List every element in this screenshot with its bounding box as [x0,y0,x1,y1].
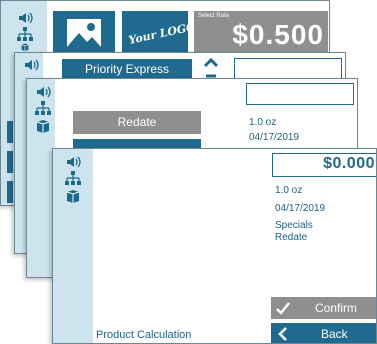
date-text: 04/17/2019 [249,132,300,143]
image-button[interactable] [53,11,115,53]
rate-label: Select Rate [198,13,230,19]
speaker-icon[interactable] [23,58,39,72]
network-icon[interactable] [65,171,81,185]
package-icon[interactable] [17,43,33,51]
service-button[interactable]: Priority Express [62,59,192,79]
up-arrow-icon[interactable] [203,56,219,78]
left-button-3[interactable] [7,181,13,203]
screen-product-calculation: $0.000 1.0 oz 04/17/2019 Specials Redate… [52,148,377,344]
network-icon[interactable] [17,27,33,41]
confirm-label: Confirm [315,301,358,315]
weight-text: 1.0 oz [275,185,303,196]
redate-button[interactable]: Redate [73,111,201,134]
package-icon[interactable] [65,189,81,203]
amount-value: $0.000 [323,155,375,172]
date-text: 04/17/2019 [275,203,326,214]
network-icon[interactable] [35,101,51,115]
left-button-2[interactable] [7,151,13,173]
rate-value: $0.500 [232,19,324,50]
speaker-icon[interactable] [35,85,51,99]
confirm-button[interactable]: Confirm [271,297,376,319]
back-button[interactable]: Back [271,323,376,343]
amount-display[interactable]: $0.000 [272,153,376,177]
service-input[interactable] [234,58,342,80]
service-button-label: Priority Express [84,62,170,76]
amount-input[interactable] [246,83,354,105]
footer-title: Product Calculation [96,329,192,341]
speaker-icon[interactable] [17,11,33,25]
speaker-icon[interactable] [65,155,81,169]
logo-text: Your LOGO [127,20,197,47]
image-icon [67,19,101,47]
back-label: Back [321,327,348,341]
left-button-1[interactable] [7,121,13,143]
checkmark-icon [276,302,290,315]
chevron-left-icon [278,327,287,341]
select-rate-display[interactable]: Select Rate $0.500 [194,11,328,53]
redate-button-label: Redate [117,115,157,129]
package-icon[interactable] [35,119,51,133]
logo-button[interactable]: Your LOGO [122,11,197,53]
weight-text: 1.0 oz [249,117,277,128]
redate-text: Redate [275,232,308,243]
